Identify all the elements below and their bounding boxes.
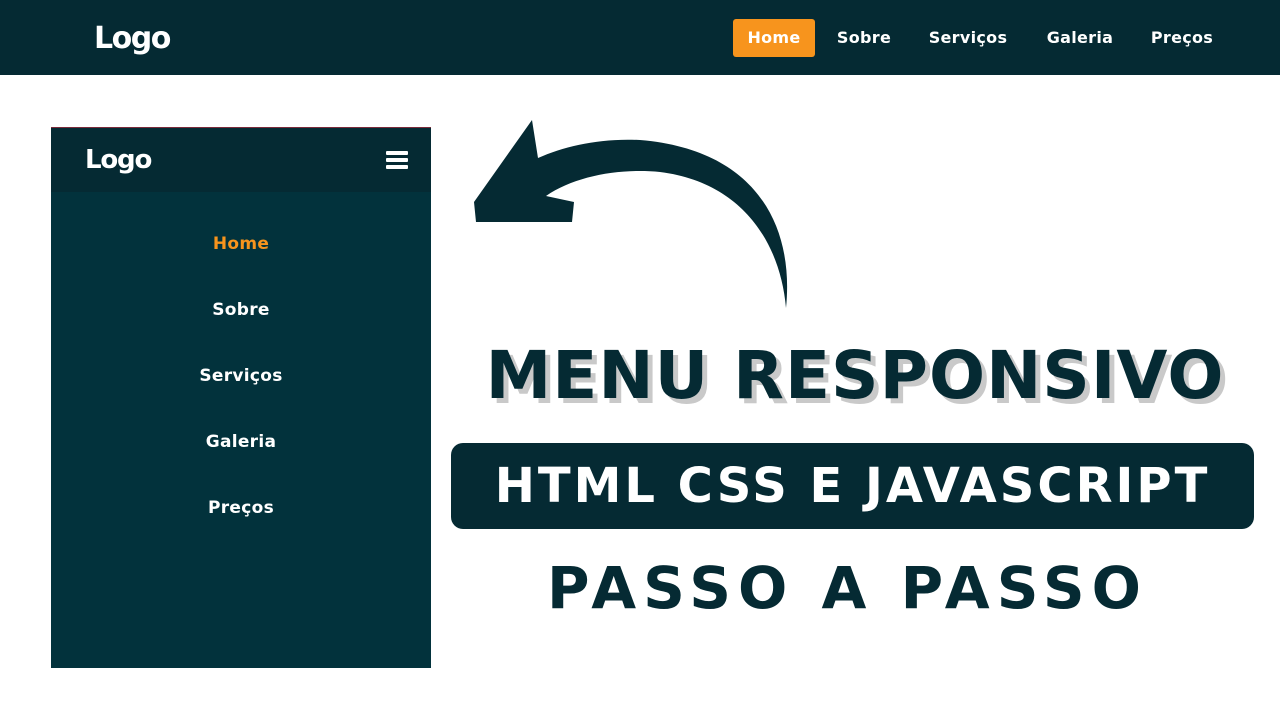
- headline-subtitle-banner: HTML CSS E JAVASCRIPT: [451, 443, 1254, 529]
- headline-title: MENU RESPONSIVO: [485, 337, 1225, 414]
- mobile-nav-item-precos[interactable]: Preços: [51, 496, 431, 520]
- mobile-nav-item-galeria[interactable]: Galeria: [51, 430, 431, 454]
- mobile-nav-item-servicos[interactable]: Serviços: [51, 364, 431, 388]
- mobile-logo[interactable]: Logo: [85, 144, 152, 176]
- headline-tagline: PASSO A PASSO: [547, 554, 1148, 622]
- headline-subtitle: HTML CSS E JAVASCRIPT: [494, 458, 1211, 514]
- top-nav-item-home[interactable]: Home: [733, 19, 815, 57]
- hamburger-icon[interactable]: [386, 151, 408, 169]
- mobile-navbar: Logo: [51, 128, 431, 192]
- top-nav-item-sobre[interactable]: Sobre: [833, 19, 895, 57]
- mobile-nav-item-sobre[interactable]: Sobre: [51, 298, 431, 322]
- site-logo[interactable]: Logo: [94, 20, 171, 58]
- mobile-menu-preview: Logo Home Sobre Serviços Galeria Preços: [51, 127, 431, 668]
- top-nav-item-precos[interactable]: Preços: [1148, 19, 1216, 57]
- top-navbar: Logo Home Sobre Serviços Galeria Preços: [0, 0, 1280, 75]
- mobile-nav-item-home[interactable]: Home: [51, 232, 431, 256]
- top-nav-item-servicos[interactable]: Serviços: [925, 19, 1011, 57]
- curved-arrow-left-icon: [474, 120, 788, 308]
- top-nav-item-galeria[interactable]: Galeria: [1041, 19, 1119, 57]
